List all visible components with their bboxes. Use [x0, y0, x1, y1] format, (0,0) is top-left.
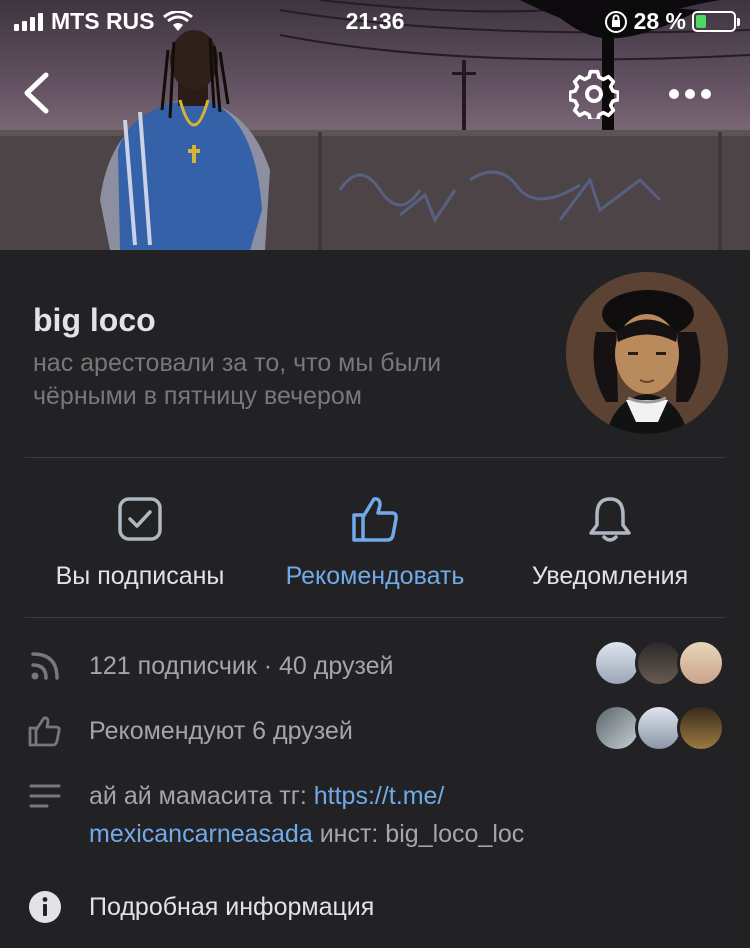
subscribed-button[interactable]: Вы подписаны — [40, 490, 240, 600]
profile-status: нас арестовали за то, что мы были чёрным… — [33, 349, 442, 410]
orientation-lock-icon — [604, 10, 627, 33]
recommend-text: Рекомендуют 6 друзей — [89, 717, 353, 745]
more-info-label: Подробная информация — [89, 893, 375, 921]
checkbox-icon — [118, 497, 162, 541]
recommend-button[interactable]: Рекомендовать — [270, 490, 480, 600]
rss-icon — [31, 652, 59, 680]
profile-name: big loco — [33, 302, 156, 338]
about-suffix: инст: big_loco_loc — [312, 820, 525, 848]
telegram-link[interactable]: https://t.me/ — [314, 782, 445, 810]
about-prefix: ай ай мамасита тг: — [89, 782, 314, 810]
avatar[interactable] — [566, 272, 728, 434]
followers-row[interactable]: 121 подписчик · 40 друзей — [0, 639, 750, 687]
telegram-link-continued[interactable]: mexicancarneasada — [89, 820, 313, 848]
subscribed-label: Вы подписаны — [55, 562, 225, 590]
back-button[interactable] — [14, 66, 58, 120]
divider — [25, 457, 725, 458]
profile-card: big loco нас арестовали за то, что мы бы… — [0, 250, 750, 948]
more-horizontal-icon — [669, 89, 711, 99]
thumbs-up-icon — [352, 497, 398, 542]
friend-avatar — [635, 639, 683, 687]
recommend-row[interactable]: Рекомендуют 6 друзей — [0, 704, 750, 752]
bell-icon — [589, 497, 631, 542]
followers-text: 121 подписчик · 40 друзей — [89, 652, 394, 680]
about-line-1: ай ай мамасита тг: https://t.me/ — [89, 777, 444, 815]
friend-avatar — [593, 704, 641, 752]
about-row: ай ай мамасита тг: https://t.me/ mexican… — [0, 777, 750, 857]
chevron-left-icon — [24, 72, 49, 114]
recommender-avatars — [593, 704, 725, 752]
friend-avatar — [593, 639, 641, 687]
info-icon — [29, 891, 61, 923]
friend-avatar — [677, 639, 725, 687]
recommend-label: Рекомендовать — [285, 562, 465, 590]
action-bar: Вы подписаны Рекомендовать Уведомления — [0, 490, 750, 600]
notifications-label: Уведомления — [531, 562, 689, 590]
battery-icon — [692, 11, 740, 32]
friend-avatar — [677, 704, 725, 752]
more-info-row[interactable]: Подробная информация — [0, 888, 750, 926]
friend-avatar — [635, 704, 683, 752]
status-bar: MTS RUS 21:36 28 % — [0, 0, 750, 44]
settings-button[interactable] — [564, 64, 624, 124]
battery-percent: 28 % — [633, 8, 686, 34]
notifications-button[interactable]: Уведомления — [510, 490, 710, 600]
gear-icon — [569, 69, 619, 119]
follower-avatars — [593, 639, 725, 687]
thumbs-up-icon — [28, 716, 61, 747]
more-button[interactable] — [660, 70, 720, 118]
divider — [25, 617, 725, 618]
about-line-2: mexicancarneasada инст: big_loco_loc — [89, 815, 524, 853]
text-lines-icon — [29, 784, 61, 808]
